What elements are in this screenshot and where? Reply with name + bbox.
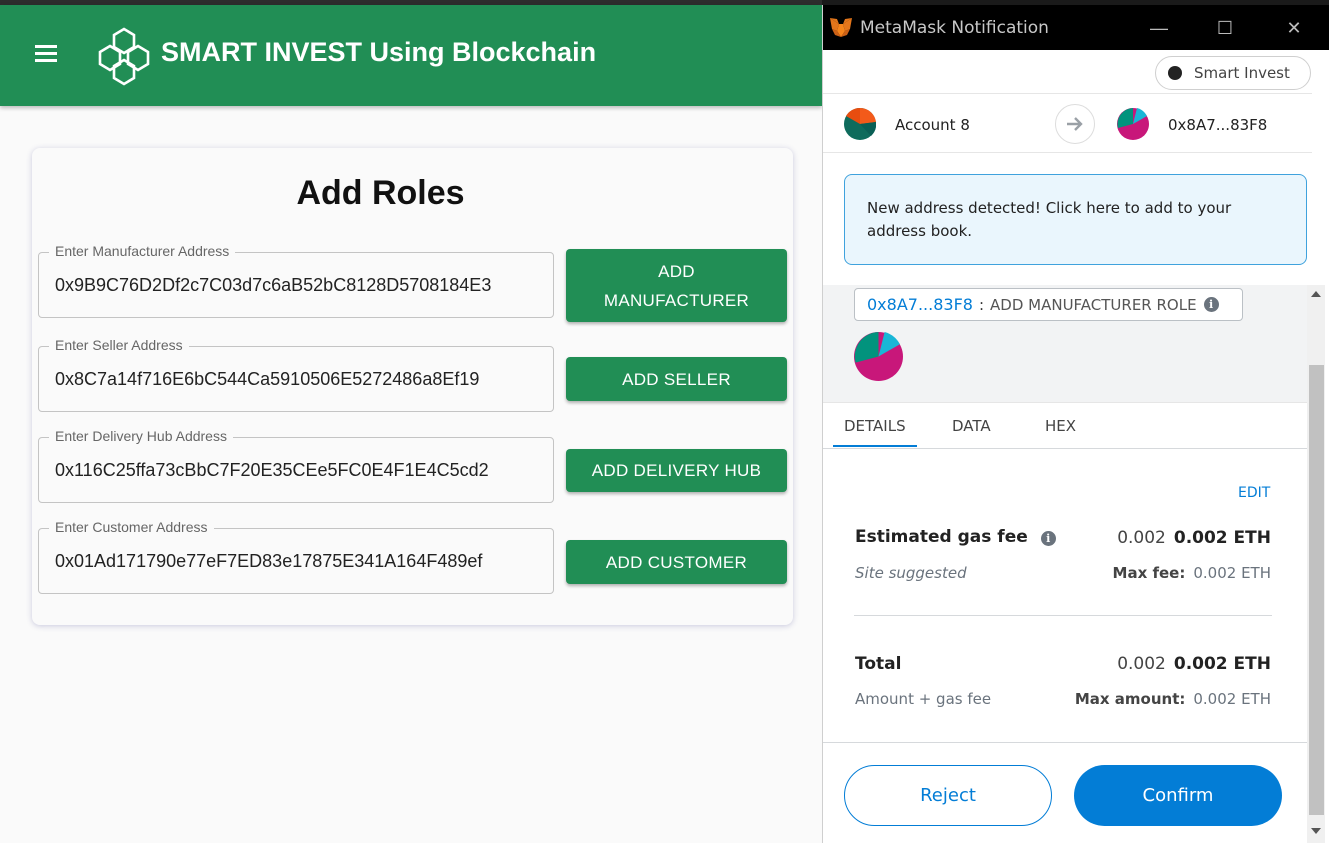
method-name: ADD MANUFACTURER ROLE [990,295,1197,314]
network-selector[interactable]: Smart Invest [1155,56,1311,90]
network-status-dot [1168,66,1182,80]
hexagon-logo-icon [98,27,150,86]
tab-details[interactable]: DETAILS [844,417,906,435]
customer-address-value: 0x01Ad171790e77eF7ED83e17875E341A164F489… [55,551,483,571]
gas-fee-amount: 0.002 0.002 ETH [1117,528,1271,548]
maximize-icon[interactable]: ☐ [1210,15,1240,41]
tab-hex[interactable]: HEX [1045,417,1076,435]
from-account-avatar [844,108,876,140]
app-title: SMART INVEST Using Blockchain [161,37,597,67]
customer-address-label: Enter Customer Address [49,519,214,535]
gas-fee-label: Estimated gas fee [855,527,1028,547]
hamburger-menu-icon[interactable] [35,43,59,63]
total-value: 0.002 [1117,654,1166,674]
add-manufacturer-label-line1: ADD [658,261,695,281]
add-customer-button[interactable]: ADD CUSTOMER [566,540,787,584]
gas-info-icon[interactable]: i [1040,531,1056,546]
scroll-down-arrow-icon[interactable] [1311,828,1321,834]
max-fee-label: Max fee: [1112,564,1186,582]
amount-plus-gas-label: Amount + gas fee [855,690,992,708]
origin-method-pill: 0x8A7...83F8 : ADD MANUFACTURER ROLE i [854,288,1243,321]
max-fee-value: 0.002 ETH [1193,564,1271,582]
app-bar: SMART INVEST Using Blockchain [0,5,822,106]
scroll-up-arrow-icon[interactable] [1311,291,1321,297]
gas-fee-value: 0.002 [1117,528,1166,548]
metamask-notification-window: MetaMask Notification — ☐ ✕ Smart Invest… [822,5,1329,843]
minimize-icon[interactable]: — [1144,15,1174,41]
arrow-right-icon [1055,104,1095,144]
reject-button[interactable]: Reject [844,765,1052,826]
origin-address[interactable]: 0x8A7...83F8 [867,295,973,314]
max-fee: Max fee: 0.002 ETH [1113,564,1271,582]
add-manufacturer-button[interactable]: ADD MANUFACTURER [566,249,787,322]
scroll-thumb[interactable] [1309,365,1324,815]
max-amount-value: 0.002 ETH [1193,690,1271,708]
gas-fee-label-row: Estimated gas fee i [855,527,1056,547]
delivery-hub-address-field[interactable]: Enter Delivery Hub Address 0x116C25ffa73… [38,428,554,503]
new-address-notice[interactable]: New address detected! Click here to add … [844,174,1307,265]
total-label: Total [855,654,902,674]
close-icon[interactable]: ✕ [1279,15,1309,41]
from-account-name: Account 8 [895,116,970,134]
add-manufacturer-label-line2: MANUFACTURER [603,290,750,310]
seller-address-label: Enter Seller Address [49,337,189,353]
seller-address-value: 0x8C7a14f716E6bC544Ca5910506E5272486a8Ef… [55,369,480,389]
total-amount: 0.002 0.002 ETH [1117,654,1271,674]
gas-fee-value-eth: 0.002 ETH [1173,528,1271,548]
delivery-hub-address-value: 0x116C25ffa73cBbC7F20E35CEe5FC0E4F1E4C5c… [55,460,489,480]
card-title: Add Roles [296,174,465,212]
account-transfer-row: Account 8 0x8A7...83F8 [823,93,1312,154]
confirm-button[interactable]: Confirm [1074,765,1282,826]
origin-separator: : [978,295,985,314]
network-name: Smart Invest [1194,64,1290,82]
to-address: 0x8A7...83F8 [1168,116,1268,134]
to-account-avatar [1117,108,1149,140]
add-seller-button[interactable]: ADD SELLER [566,357,787,401]
tab-data[interactable]: DATA [952,417,991,435]
info-icon[interactable]: i [1203,297,1219,312]
metamask-fox-icon [830,18,852,37]
customer-address-field[interactable]: Enter Customer Address 0x01Ad171790e77eF… [38,519,554,594]
add-delivery-hub-button[interactable]: ADD DELIVERY HUB [566,449,787,492]
smart-invest-app: SMART INVEST Using Blockchain Add Roles … [0,0,822,843]
contract-avatar [854,332,903,381]
transaction-tabs: DETAILS DATA HEX [823,403,1307,449]
active-tab-indicator [833,445,917,447]
total-value-eth: 0.002 ETH [1173,654,1271,674]
scrollbar[interactable] [1307,285,1325,843]
seller-address-field[interactable]: Enter Seller Address 0x8C7a14f716E6bC544… [38,337,554,412]
transaction-origin-area: 0x8A7...83F8 : ADD MANUFACTURER ROLE i [823,285,1307,403]
divider [854,615,1272,616]
screen: SMART INVEST Using Blockchain Add Roles … [0,0,1329,843]
manufacturer-address-label: Enter Manufacturer Address [49,243,236,259]
window-titlebar: MetaMask Notification — ☐ ✕ [823,5,1329,50]
window-title: MetaMask Notification [860,18,1049,38]
max-amount-label: Max amount: [1074,690,1186,708]
delivery-hub-address-label: Enter Delivery Hub Address [49,428,233,444]
manufacturer-address-value: 0x9B9C76D2Df2c7C03d7c6aB52bC8128D5708184… [55,275,492,295]
footer-divider [823,742,1307,743]
site-suggested-label: Site suggested [855,564,967,582]
manufacturer-address-field[interactable]: Enter Manufacturer Address 0x9B9C76D2Df2… [38,243,554,318]
max-amount: Max amount: 0.002 ETH [1075,690,1271,708]
edit-gas-link[interactable]: EDIT [1238,485,1270,501]
